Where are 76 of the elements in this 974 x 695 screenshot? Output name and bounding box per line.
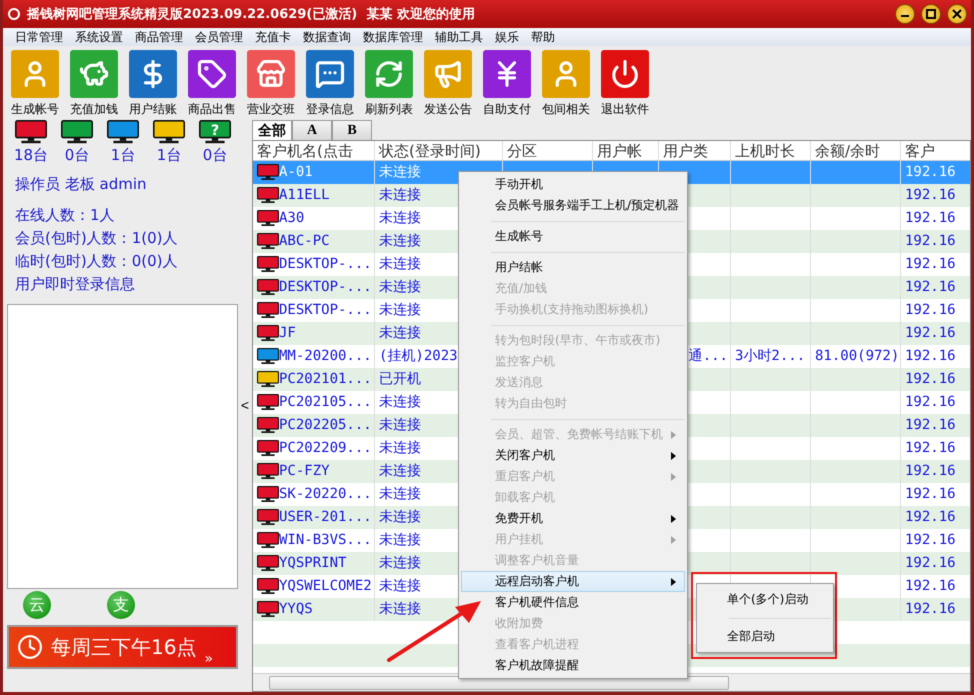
table-cell-text: 未连接: [379, 600, 421, 619]
table-cell-text: 192.16: [905, 278, 956, 297]
table-cell-text: 192.16: [905, 301, 956, 320]
table-cell-text: 未连接: [379, 531, 421, 550]
table-cell-text: 未连接: [379, 278, 421, 297]
info-text: 用户即时登录信息: [14, 274, 136, 295]
table-cell-text: 192.16: [905, 324, 956, 343]
table-cell-text: 未连接: [379, 393, 421, 412]
table-cell-text: 192.16: [905, 485, 956, 504]
table-cell-text: DESKTOP-...: [279, 278, 372, 297]
count-label: 1台: [156, 146, 182, 165]
table-cell-text: A30: [279, 209, 304, 228]
table-cell-text: 未连接: [379, 209, 421, 228]
table-cell-text: 192.16: [905, 508, 956, 527]
count-label: 0台: [202, 146, 228, 165]
more-label: »: [204, 651, 214, 667]
count-label: 0台: [64, 146, 90, 165]
table-cell-text: 192.16: [905, 554, 956, 573]
table-cell-text: USER-201...: [279, 508, 372, 527]
table-cell-text: 未连接: [379, 577, 421, 596]
table-cell-text: DESKTOP-...: [279, 301, 372, 320]
table-cell-text: ABC-PC: [279, 232, 330, 251]
operator-label: 操作员 老板 admin: [14, 174, 148, 195]
table-cell-text: (挂机)2023: [379, 347, 458, 366]
table-cell-text: 192.16: [905, 186, 956, 205]
table-cell-text: 未连接: [379, 301, 421, 320]
table-cell-text: 未连接: [379, 232, 421, 251]
table-cell-text: 未连接: [379, 186, 421, 205]
table-cell-text: 未连接: [379, 508, 421, 527]
table-cell-text: 192.16: [905, 255, 956, 274]
table-cell-text: A-01: [279, 163, 313, 182]
table-cell-text: PC202101...: [279, 370, 372, 389]
table-cell-text: MM-20200...: [279, 347, 372, 366]
table-cell-text: 192.16: [905, 600, 956, 619]
table-cell-text: 192.16: [905, 416, 956, 435]
table-cell-text: 未连接: [379, 255, 421, 274]
table-cell-text: 81.00(972): [815, 347, 900, 366]
table-cell-text: YQSPRINT: [279, 554, 346, 573]
table-cell-text: 192.16: [905, 163, 956, 182]
table-cell-text: 192.16: [905, 439, 956, 458]
table-cell-text: 192.16: [905, 531, 956, 550]
table-cell-text: 未连接: [379, 554, 421, 573]
window-title: 摇钱树网吧管理系统精灵版2023.09.22.0629(已激活) 某某 欢迎您的使用: [27, 6, 476, 23]
table-cell-text: 3小时2...: [735, 347, 806, 366]
table-cell-text: 192.16: [905, 347, 956, 366]
table-cell-text: DESKTOP-...: [279, 255, 372, 274]
table-cell-text: 192.16: [905, 462, 956, 481]
info-text: 临时(包时)人数：0(0)人: [14, 251, 178, 272]
table-cell-text: WIN-B3VS...: [279, 531, 372, 550]
table-cell-text: 未连接: [379, 163, 421, 182]
table-cell-text: YQSWELCOME2: [279, 577, 372, 596]
table-cell-text: 未连接: [379, 485, 421, 504]
count-label: 1台: [110, 146, 136, 165]
table-cell-text: 未连接: [379, 324, 421, 343]
table-cell-text: 192.16: [905, 232, 956, 251]
table-cell-text: 192.16: [905, 393, 956, 412]
table-cell-text: PC202205...: [279, 416, 372, 435]
info-text: 在线人数：1人: [14, 205, 116, 226]
table-cell-text: JF: [279, 324, 296, 343]
table-cell-text: 已开机: [379, 370, 421, 389]
table-cell-text: YYQS: [279, 600, 313, 619]
table-cell-text: A11ELL: [279, 186, 330, 205]
count-label: 18台: [14, 146, 48, 165]
table-cell-text: 192.16: [905, 577, 956, 596]
table-cell-text: 192.16: [905, 370, 956, 389]
table-cell-text: SK-20220...: [279, 485, 372, 504]
info-text: 会员(包时)人数：1(0)人: [14, 228, 178, 249]
table-cell-text: 未连接: [379, 416, 421, 435]
table-cell-text: PC-FZY: [279, 462, 330, 481]
table-cell-text: PC202105...: [279, 393, 372, 412]
table-cell-text: PC202209...: [279, 439, 372, 458]
table-cell-text: 未连接: [379, 439, 421, 458]
banner-text: 每周三下午16点: [51, 634, 196, 660]
table-cell-text: 192.16: [905, 209, 956, 228]
table-cell-text: 未连接: [379, 462, 421, 481]
table-cell-text: 通...: [688, 347, 728, 366]
